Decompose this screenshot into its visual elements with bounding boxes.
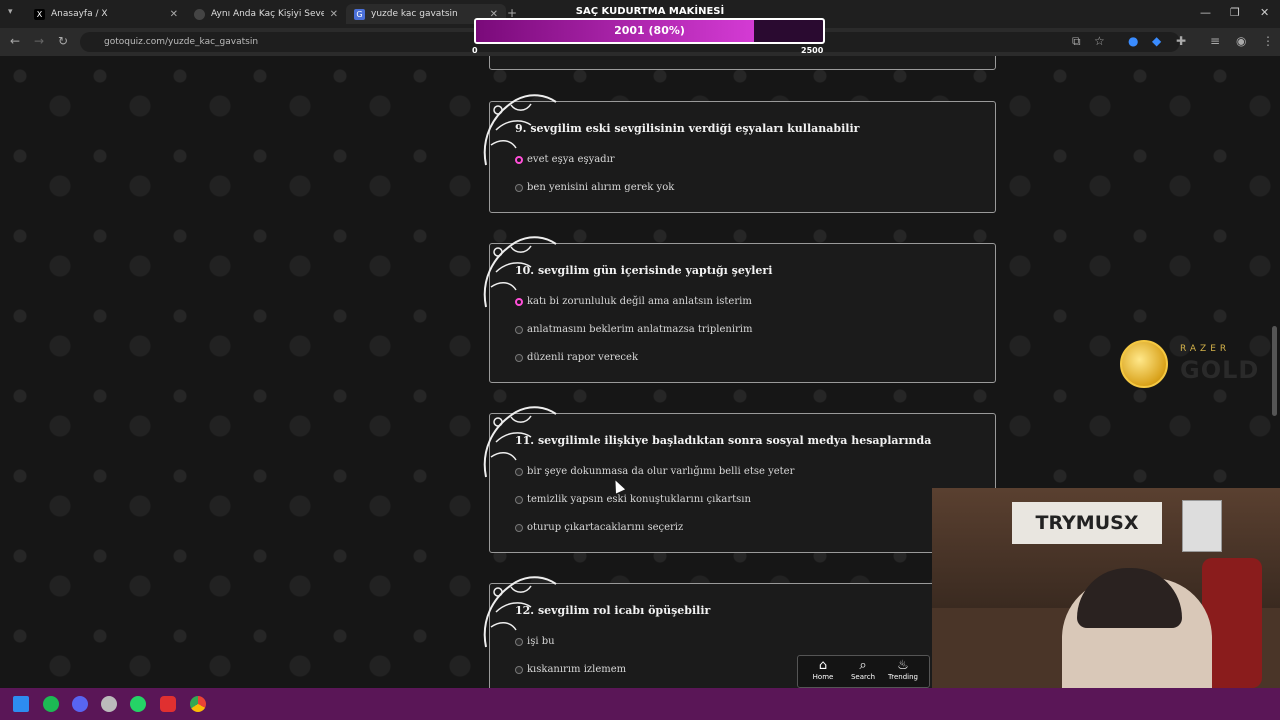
option-label: bir şeye dokunmasa da olur varlığımı bel… (527, 466, 795, 477)
question-title: 10. sevgilim gün içerisinde yaptığı şeyl… (515, 264, 773, 277)
radio-button[interactable] (515, 183, 523, 192)
chrome-icon[interactable] (190, 696, 206, 712)
x-logo-icon: X (34, 8, 45, 20)
radio-selected[interactable] (515, 297, 523, 306)
radio-button[interactable] (515, 637, 523, 646)
nav-search-label: Search (850, 673, 876, 681)
windows-start-icon[interactable] (13, 696, 29, 712)
radio-button[interactable] (515, 495, 523, 504)
translate-icon[interactable]: ⧉ (1072, 34, 1081, 49)
tab-label: Anasayfa / X (51, 9, 108, 19)
quiz-icon (194, 8, 205, 20)
answer-option[interactable]: evet eşya eşyadır (515, 154, 615, 165)
profile-icon[interactable]: ◉ (1236, 34, 1246, 48)
option-label: evet eşya eşyadır (527, 154, 615, 165)
razer-label: RAZER (1180, 344, 1231, 354)
question-card-9: 9. sevgilim eski sevgilisinin verdiği eş… (483, 94, 996, 213)
answer-option[interactable]: ben yenisini alırım gerek yok (515, 182, 674, 193)
webcam-feed: TRYMUSX (932, 488, 1280, 688)
tab-search-icon[interactable]: ▾ (8, 7, 13, 17)
overlay-title: SAÇ KUDURTMA MAKİNESİ (575, 6, 725, 17)
answer-option[interactable]: katı bi zorunluluk değil ama anlatsın is… (515, 296, 752, 307)
nav-trending[interactable]: ♨ Trending (883, 658, 923, 682)
question-title: 11. sevgilimle ilişkiye başladıktan sonr… (515, 434, 932, 447)
tab-ayni-anda[interactable]: Aynı Anda Kaç Kişiyi Sevebilirsin ✕ (186, 4, 346, 24)
option-label: oturup çıkartacaklarını seçeriz (527, 522, 684, 533)
nav-home[interactable]: ⌂ Home (803, 658, 843, 682)
radio-button[interactable] (515, 325, 523, 334)
bookmark-star-icon[interactable]: ☆ (1094, 34, 1105, 48)
answer-option[interactable]: oturup çıkartacaklarını seçeriz (515, 522, 683, 533)
obs-icon[interactable] (101, 696, 117, 712)
scrollbar-thumb[interactable] (1272, 326, 1277, 416)
question-title: 12. sevgilim rol icabı öpüşebilir (515, 604, 711, 617)
tab-label: yuzde kac gavatsin (371, 9, 458, 19)
extensions-puzzle-icon[interactable]: ✚ (1176, 34, 1186, 48)
gold-label: GOLD (1180, 356, 1260, 384)
minimize-icon[interactable]: — (1200, 6, 1211, 19)
webcam-sign: TRYMUSX (1012, 502, 1162, 544)
option-label: düzenli rapor verecek (527, 352, 639, 363)
question-title: 9. sevgilim eski sevgilisinin verdiği eş… (515, 122, 860, 135)
extension-icon[interactable]: ◆ (1152, 34, 1161, 48)
site-bottom-nav: ⌂ Home ⌕ Search ♨ Trending (797, 655, 930, 688)
option-label: ben yenisini alırım gerek yok (527, 182, 675, 193)
answer-option[interactable]: anlatmasını beklerim anlatmazsa tripleni… (515, 324, 753, 335)
question-card-10: 10. sevgilim gün içerisinde yaptığı şeyl… (483, 236, 996, 383)
close-window-icon[interactable]: ✕ (1260, 6, 1269, 19)
razer-coin-icon (1120, 340, 1168, 388)
home-icon: ⌂ (818, 658, 828, 673)
tab-close-icon[interactable]: ✕ (330, 9, 338, 20)
taskbar (0, 688, 1280, 720)
option-label: katı bi zorunluluk değil ama anlatsın is… (527, 296, 752, 307)
radio-button[interactable] (515, 467, 523, 476)
razer-gold-logo: RAZER GOLD (1118, 340, 1268, 390)
menu-dots-icon[interactable]: ⋮ (1262, 34, 1274, 48)
answer-option[interactable]: düzenli rapor verecek (515, 352, 638, 363)
tab-label: Aynı Anda Kaç Kişiyi Sevebilirsin (211, 9, 324, 19)
url-text: gotoquiz.com/yuzde_kac_gavatsin (104, 37, 259, 47)
search-icon: ⌕ (859, 658, 867, 673)
back-icon[interactable]: ← (10, 34, 20, 48)
media-icon[interactable]: ≡ (1210, 34, 1220, 48)
answer-option[interactable]: işi bu (515, 636, 555, 647)
webcam-poster (1182, 500, 1222, 552)
discord-icon[interactable] (72, 696, 88, 712)
goal-meter: 2001 (80%) (474, 18, 825, 44)
forward-icon[interactable]: → (34, 34, 44, 48)
tab-anasayfa[interactable]: X Anasayfa / X ✕ (26, 4, 186, 24)
answer-option[interactable]: temizlik yapsın eski konuştuklarını çıka… (515, 494, 751, 505)
option-label: anlatmasını beklerim anlatmazsa tripleni… (527, 324, 753, 335)
goal-meter-min: 0 (472, 46, 478, 55)
nav-trending-label: Trending (888, 673, 918, 681)
tab-close-icon[interactable]: ✕ (170, 9, 178, 20)
option-label: temizlik yapsın eski konuştuklarını çıka… (527, 494, 751, 505)
whatsapp-icon[interactable] (130, 696, 146, 712)
gotoquiz-icon: G (354, 8, 365, 20)
reload-icon[interactable]: ↻ (58, 34, 68, 48)
nav-search[interactable]: ⌕ Search (843, 658, 883, 682)
goal-meter-max: 2500 (801, 46, 824, 55)
radio-selected[interactable] (515, 155, 523, 164)
extension-icon[interactable]: ● (1128, 34, 1138, 48)
answer-option[interactable]: bir şeye dokunmasa da olur varlığımı bel… (515, 466, 794, 477)
radio-button[interactable] (515, 353, 523, 362)
option-label: kıskanırım izlemem (527, 664, 627, 675)
app-icon[interactable] (160, 696, 176, 712)
goal-meter-text: 2001 (80%) (614, 24, 685, 37)
nav-home-label: Home (812, 673, 834, 681)
flame-icon: ♨ (897, 658, 909, 673)
restore-icon[interactable]: ❐ (1230, 6, 1240, 19)
spotify-icon[interactable] (43, 696, 59, 712)
option-label: işi bu (527, 636, 555, 647)
answer-option[interactable]: kıskanırım izlemem (515, 664, 626, 675)
radio-button[interactable] (515, 665, 523, 674)
question-card-prev (489, 56, 996, 70)
question-card-11: 11. sevgilimle ilişkiye başladıktan sonr… (483, 406, 996, 553)
radio-button[interactable] (515, 523, 523, 532)
